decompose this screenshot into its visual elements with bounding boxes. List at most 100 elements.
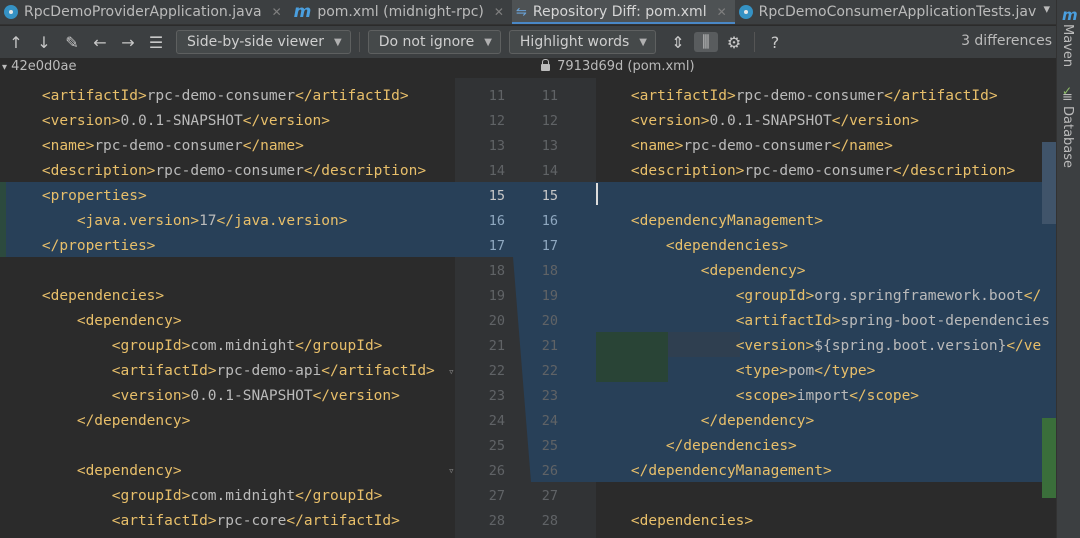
line-number: 19 (541, 288, 558, 304)
code-line[interactable]: </dependency> (7, 409, 455, 434)
chevron-down-icon: ▼ (484, 36, 492, 48)
line-number: 17 (541, 238, 558, 254)
line-number: 25 (488, 438, 505, 454)
code-line[interactable]: <dependency> (596, 259, 1056, 284)
back-arrow-icon[interactable]: ← (88, 33, 112, 52)
tab-label: pom.xml (midnight-rpc) (317, 4, 484, 20)
code-line[interactable]: </dependencyManagement> (596, 459, 1056, 484)
code-line[interactable]: <dependencies> (7, 284, 455, 309)
line-number: 11 (541, 88, 558, 104)
line-number: 12 (541, 113, 558, 129)
code-line[interactable] (7, 259, 455, 284)
code-line[interactable]: <version>0.0.1-SNAPSHOT</version> (7, 109, 455, 134)
tab-label: RpcDemoConsumerApplicationTests.jav (758, 4, 1037, 20)
chevron-down-icon: ▾ (2, 62, 8, 73)
tab-repository-diff[interactable]: ⇋ Repository Diff: pom.xml ✕ (511, 0, 735, 24)
line-number: 17 (488, 238, 505, 254)
close-icon[interactable]: ✕ (717, 5, 727, 19)
line-number: 14 (541, 163, 558, 179)
code-line[interactable]: <artifactId>rpc-core</artifactId> (7, 509, 455, 534)
close-icon[interactable]: ✕ (272, 5, 282, 19)
line-number: 15 (541, 188, 558, 204)
next-difference-icon[interactable]: ↓ (32, 33, 56, 52)
code-line[interactable]: <dependencyManagement> (596, 209, 1056, 234)
code-line[interactable]: </properties> (7, 234, 455, 259)
code-line[interactable]: <scope>import</scope> (596, 384, 1056, 409)
viewer-mode-select[interactable]: Side-by-side viewer ▼ (176, 30, 351, 54)
code-line[interactable]: <version>0.0.1-SNAPSHOT</version> (7, 384, 455, 409)
collapse-unchanged-icon[interactable]: ⇕ (666, 33, 690, 52)
revision-bar: ▾ 42e0d0ae 7913d69d (pom.xml) (0, 58, 1056, 78)
chevron-down-icon[interactable]: ▾ (1043, 2, 1050, 17)
code-line[interactable]: <groupId>com.midnight</groupId> (7, 334, 455, 359)
list-changes-icon[interactable]: ☰ (144, 33, 168, 52)
divider (753, 32, 755, 52)
change-marker (0, 182, 6, 257)
previous-difference-icon[interactable]: ↑ (4, 33, 28, 52)
sync-scroll-icon[interactable]: ⫼ (693, 32, 718, 52)
code-line[interactable]: <artifactId>rpc-demo-api</artifactId> (7, 359, 455, 384)
java-class-icon (738, 5, 753, 19)
tab-label: RpcDemoProviderApplication.java (24, 4, 262, 20)
code-line[interactable] (596, 184, 1056, 209)
maven-icon: m (293, 2, 312, 22)
right-revision-label: 7913d69d (pom.xml) (557, 59, 695, 74)
right-revision: 7913d69d (pom.xml) (541, 59, 695, 74)
tab-label: Repository Diff: pom.xml (532, 4, 707, 20)
whitespace-select[interactable]: Do not ignore ▼ (367, 30, 501, 54)
line-number: 24 (541, 413, 558, 429)
code-line[interactable]: <description>rpc-demo-consumer</descript… (596, 159, 1056, 184)
diff-scroll-markers (1042, 78, 1056, 538)
forward-arrow-icon[interactable]: → (116, 33, 140, 52)
highlight-value: Highlight words (519, 34, 630, 50)
code-line[interactable]: <name>rpc-demo-consumer</name> (7, 134, 455, 159)
code-line[interactable] (7, 434, 455, 459)
divider (358, 32, 360, 52)
right-editor-pane[interactable]: <artifactId>rpc-demo-consumer</artifactI… (596, 78, 1056, 538)
edit-source-icon[interactable]: ✎ (60, 33, 84, 52)
close-icon[interactable]: ✕ (494, 5, 504, 19)
code-line[interactable]: <dependency> (7, 459, 455, 484)
java-class-icon (4, 5, 18, 19)
left-editor-pane[interactable]: ▿ ▿ <artifactId>rpc-demo-consumer</artif… (0, 78, 455, 538)
line-number: 11 (488, 88, 505, 104)
code-line[interactable]: <dependencies> (596, 509, 1056, 534)
line-number: 13 (541, 138, 558, 154)
code-line[interactable] (596, 484, 1056, 509)
line-number: 21 (488, 338, 505, 354)
code-line[interactable]: <description>rpc-demo-consumer</descript… (7, 159, 455, 184)
database-tool-window[interactable]: Database (1060, 106, 1075, 168)
tab-provider-application[interactable]: RpcDemoProviderApplication.java ✕ (0, 0, 290, 24)
code-line[interactable]: <dependency> (7, 309, 455, 334)
line-number: 22 (541, 363, 558, 379)
code-line[interactable]: </dependencies> (596, 434, 1056, 459)
line-number: 23 (541, 388, 558, 404)
code-line[interactable]: <artifactId>spring-boot-dependencies (596, 309, 1056, 334)
chevron-down-icon: ▼ (639, 36, 647, 48)
code-line[interactable]: <version>${spring.boot.version}</ve (596, 334, 1056, 359)
differences-count: 3 differences (961, 33, 1052, 49)
code-line[interactable]: <version>0.0.1-SNAPSHOT</version> (596, 109, 1056, 134)
line-number: 12 (488, 113, 505, 129)
code-line[interactable]: <dependencies> (596, 234, 1056, 259)
code-line[interactable]: <properties> (7, 184, 455, 209)
tab-pom-midnight-rpc[interactable]: m pom.xml (midnight-rpc) ✕ (290, 0, 512, 24)
code-line[interactable]: <groupId>com.midnight</groupId> (7, 484, 455, 509)
gear-icon[interactable]: ⚙ (722, 33, 746, 52)
code-line[interactable]: </dependency> (596, 409, 1056, 434)
code-line[interactable]: <groupId>org.springframework.boot</ (596, 284, 1056, 309)
maven-tool-window[interactable]: Maven (1060, 24, 1075, 67)
scroll-thumb[interactable] (1042, 142, 1056, 224)
code-line[interactable]: <artifactId>rpc-demo-consumer</artifactI… (596, 84, 1056, 109)
code-line[interactable]: <type>pom</type> (596, 359, 1056, 384)
highlight-select[interactable]: Highlight words ▼ (508, 30, 656, 54)
code-line[interactable]: <java.version>17</java.version> (7, 209, 455, 234)
tab-consumer-application-tests[interactable]: RpcDemoConsumerApplicationTests.jav (735, 0, 1045, 24)
left-revision: ▾ 42e0d0ae (2, 59, 76, 74)
code-line[interactable]: <artifactId>rpc-demo-consumer</artifactI… (7, 84, 455, 109)
whitespace-value: Do not ignore (378, 34, 475, 50)
code-line[interactable]: <name>rpc-demo-consumer</name> (596, 134, 1056, 159)
help-icon[interactable]: ? (763, 33, 787, 52)
line-number: 19 (488, 288, 505, 304)
tool-window-strip: m Maven ✓ ≡ Database (1056, 0, 1080, 538)
